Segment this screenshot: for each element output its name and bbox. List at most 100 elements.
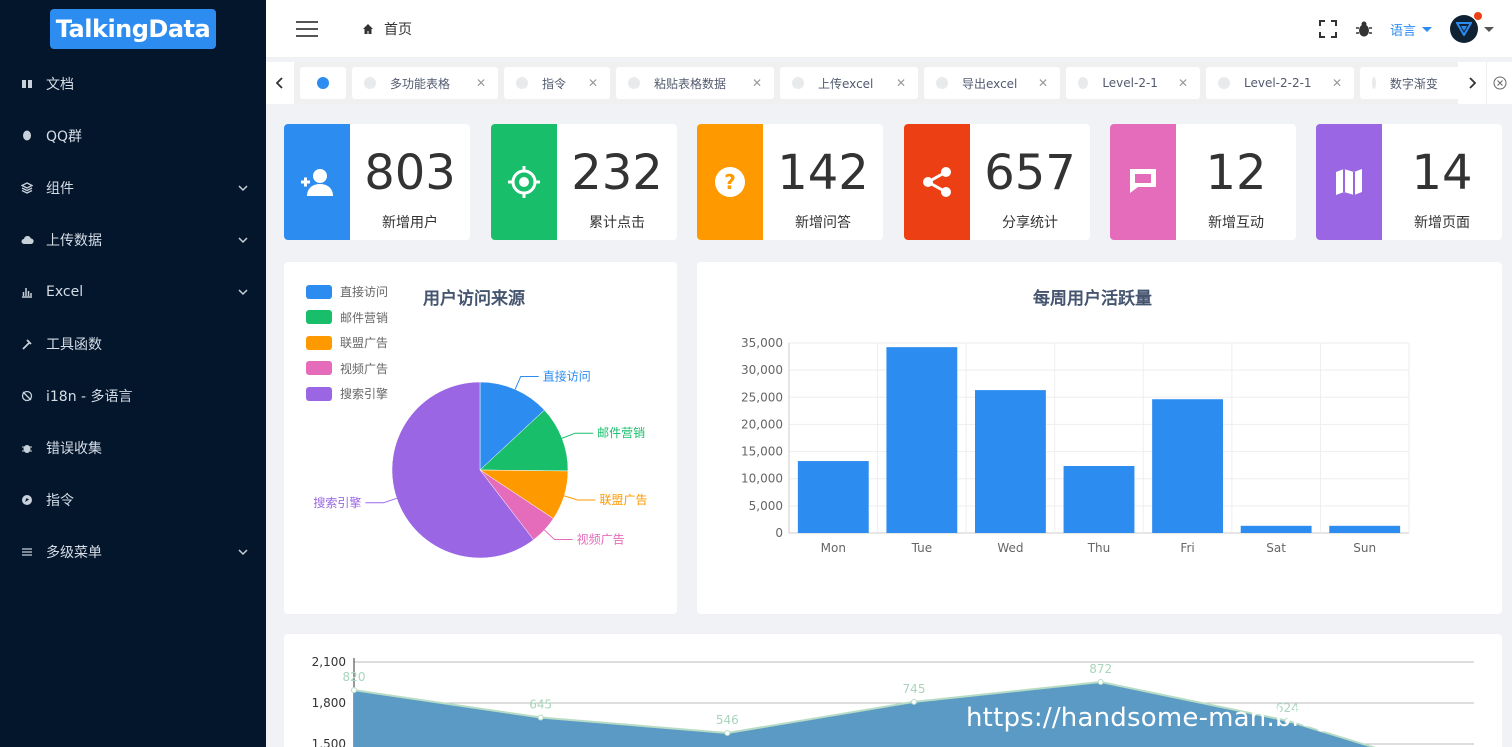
tags-nav: 多功能表格 ✕ 指令 ✕ 粘贴表格数据 ✕ 上传excel ✕ 导出excel ✕ Level-2-…: [266, 62, 1512, 104]
tag-dot-icon: [1078, 77, 1089, 89]
svg-text:?: ?: [724, 170, 736, 194]
pie-panel: 用户访问来源 直接访问 邮件营销 联盟广告 视频广告 搜索引擎 直接访问 邮件营销 联盟广告…: [284, 262, 677, 614]
help-icon: ?: [697, 124, 763, 240]
sidebar-item-components[interactable]: 组件: [0, 162, 266, 214]
area-point[interactable]: [1097, 679, 1104, 685]
bar[interactable]: [1240, 525, 1312, 533]
tag-dot-icon: [317, 77, 329, 89]
chevron-down-icon: [238, 183, 248, 193]
tag-item[interactable]: 上传excel ✕: [780, 67, 918, 99]
bar[interactable]: [1152, 399, 1223, 533]
tags-scroll-right-button[interactable]: [1458, 62, 1486, 104]
info-card-value: 657: [984, 145, 1076, 201]
tag-close-icon[interactable]: ✕: [896, 76, 906, 90]
close-all-tags-button[interactable]: [1486, 62, 1512, 104]
info-card-body: 232 累计点击: [557, 124, 677, 240]
info-card-body: 14 新增页面: [1382, 124, 1502, 240]
sidebar-item-docs[interactable]: 文档: [0, 58, 266, 110]
tag-label: 多功能表格: [390, 76, 451, 91]
caret-down-icon: [1422, 26, 1432, 32]
bar-xtick-label: Thu: [1087, 541, 1111, 555]
chevron-down-icon: [238, 235, 248, 245]
sidebar-item-label: 指令: [46, 493, 74, 509]
tag-item[interactable]: 粘贴表格数据 ✕: [616, 67, 774, 99]
home-icon: [362, 23, 374, 35]
bar-chart-icon: [20, 285, 34, 299]
stack-icon: [20, 181, 34, 195]
tag-close-icon[interactable]: ✕: [588, 76, 598, 90]
menu-toggle-button[interactable]: [296, 20, 318, 37]
pie-label-line: [544, 529, 573, 541]
logo[interactable]: TalkingData: [50, 9, 216, 49]
tag-item[interactable]: [300, 67, 346, 99]
user-menu[interactable]: [1450, 12, 1494, 43]
tag-close-icon[interactable]: ✕: [1178, 76, 1188, 90]
watermark-url: https://handsome-man.blog.csd: [966, 703, 1386, 733]
tag-item[interactable]: Level-2-1 ✕: [1066, 67, 1200, 99]
area-point[interactable]: [911, 698, 917, 705]
pie-slice-label: 视频广告: [577, 532, 625, 547]
tag-label: 指令: [542, 76, 567, 91]
sidebar-item-qq[interactable]: QQ群: [0, 110, 266, 162]
bar-xtick-label: Mon: [821, 541, 846, 555]
tag-label: 数字渐变: [1389, 76, 1438, 91]
bar[interactable]: [1329, 525, 1401, 533]
sidebar-item-i18n[interactable]: i18n - 多语言: [0, 370, 266, 422]
sidebar-item-multilevel[interactable]: 多级菜单: [0, 526, 266, 578]
tag-item[interactable]: Level-2-2-1 ✕: [1206, 67, 1354, 99]
tag-item[interactable]: 数字渐变✕: [1360, 67, 1458, 99]
bar[interactable]: [975, 390, 1046, 533]
info-card: 232 累计点击: [491, 124, 677, 240]
bar-ytick-label: 25,000: [741, 390, 783, 404]
tag-dot-icon: [516, 77, 528, 89]
area-point[interactable]: [724, 730, 731, 736]
book-icon: [20, 77, 34, 91]
tag-close-icon[interactable]: ✕: [476, 76, 486, 90]
bar-xtick-label: Sat: [1266, 541, 1286, 555]
bar[interactable]: [1063, 466, 1135, 533]
fullscreen-icon[interactable]: [1318, 19, 1338, 39]
info-card-label: 新增用户: [382, 215, 438, 231]
tag-item[interactable]: 指令 ✕: [504, 67, 610, 99]
tag-close-icon[interactable]: ✕: [1038, 76, 1048, 90]
sidebar-item-upload[interactable]: 上传数据: [0, 214, 266, 266]
tag-close-icon[interactable]: ✕: [1332, 76, 1342, 90]
bar-xtick-label: Wed: [997, 541, 1023, 555]
sidebar-item-excel[interactable]: Excel: [0, 266, 266, 318]
tag-item[interactable]: 导出excel ✕: [924, 67, 1060, 99]
info-card-value: 803: [364, 145, 456, 201]
tag-label: 粘贴表格数据: [654, 76, 727, 91]
area-point-label: 745: [903, 682, 926, 696]
add-user-icon: [284, 124, 350, 240]
language-dropdown[interactable]: 语言: [1390, 20, 1432, 39]
tag-close-icon[interactable]: ✕: [752, 76, 762, 90]
info-card-label: 新增页面: [1414, 215, 1470, 231]
breadcrumb-home[interactable]: 首页: [384, 19, 412, 39]
info-card-body: 12 新增互动: [1176, 124, 1296, 240]
area-ytick-label: 2,100: [312, 655, 346, 669]
breadcrumb: 首页: [362, 19, 412, 39]
info-card-body: 657 分享统计: [970, 124, 1090, 240]
pie-chart: 直接访问邮件营销联盟广告视频广告 搜索引擎: [313, 368, 648, 559]
caret-down-icon: [1484, 26, 1494, 32]
tag-item[interactable]: 多功能表格 ✕: [352, 67, 498, 99]
info-card: 657 分享统计: [904, 124, 1090, 240]
tag-label: 导出excel: [962, 76, 1018, 91]
bar[interactable]: [886, 347, 958, 533]
sidebar-item-errors[interactable]: 错误收集: [0, 422, 266, 474]
sidebar-item-label: QQ群: [46, 129, 83, 145]
tags-scroll-left-button[interactable]: [266, 62, 294, 104]
watermark-site: @稀土掘金技术社区: [1332, 710, 1477, 729]
bar[interactable]: [797, 461, 869, 533]
area-point[interactable]: [537, 714, 544, 721]
cloud-upload-icon: [20, 233, 34, 247]
info-card-value: 142: [777, 145, 869, 201]
area-point[interactable]: [351, 687, 357, 694]
area-ytick-label: 1,500: [312, 737, 346, 747]
sidebar-item-directive[interactable]: 指令: [0, 474, 266, 526]
pie-slice-label: 搜索引擎: [313, 495, 361, 510]
bar-ytick-label: 20,000: [741, 417, 783, 431]
bug-icon[interactable]: [1354, 19, 1374, 39]
locate-icon: [491, 124, 557, 240]
sidebar-item-tools[interactable]: 工具函数: [0, 318, 266, 370]
